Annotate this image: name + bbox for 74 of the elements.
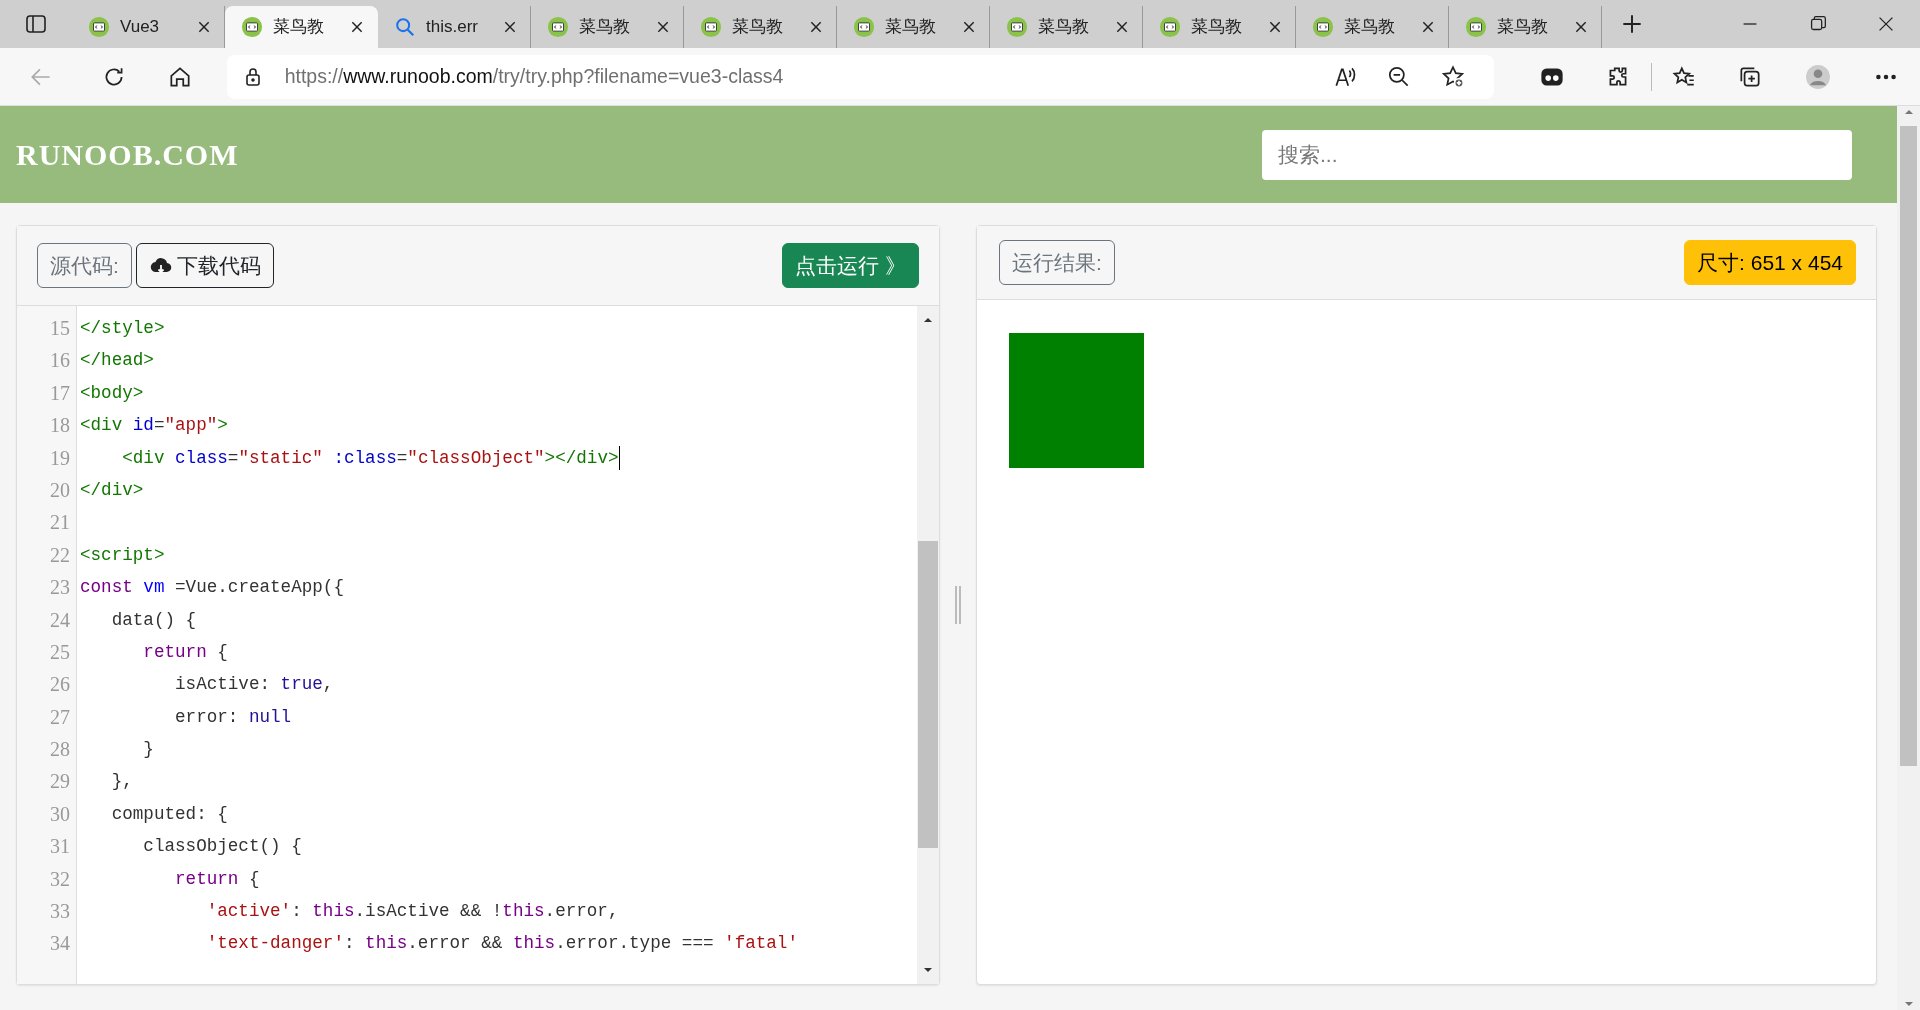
source-code-button[interactable]: 源代码: [37,242,132,289]
line-number: 31 [49,834,71,860]
code-line: 'text-danger': this.error && this.error.type === 'fatal' [205,932,799,956]
line-number: 27 [49,704,71,730]
line-number: 23 [49,575,71,601]
line-number: 34 [49,931,71,957]
line-number: 30 [49,801,71,827]
line-number: 20 [49,477,71,503]
search-icon [394,16,416,38]
code-line: data() { [110,608,198,632]
line-number: 16 [49,348,71,374]
close-icon[interactable] [1267,19,1283,35]
code-line: 'active': this.isActive && !this.error, [205,900,620,924]
search-field[interactable]: 搜索... [1262,129,1852,180]
close-icon[interactable] [808,19,824,35]
close-icon[interactable] [1114,19,1130,35]
result-button[interactable]: 运行结果: [999,239,1115,286]
site-favicon-icon [1006,16,1028,38]
code-line: isActive: true, [174,673,335,697]
line-number: 25 [49,639,71,665]
line-number: 21 [49,510,71,536]
run-button[interactable]: 点击运行 》 [782,242,919,289]
close-icon[interactable] [1420,19,1436,35]
line-number: 29 [49,769,71,795]
site-favicon-icon [88,16,110,38]
site-favicon-icon [1465,16,1487,38]
code-line: computed: { [110,802,229,826]
line-number: 28 [49,737,71,763]
line-number: 19 [49,445,71,471]
line-number: 15 [49,316,71,341]
line-number: 26 [49,672,71,698]
line-number: 32 [49,866,71,892]
code-line: classObject() { [142,835,303,859]
site-favicon-icon [241,16,263,38]
site-favicon-icon [547,16,569,38]
line-number: 18 [49,413,71,439]
size-button[interactable]: 尺寸: 651 x 454 [1684,239,1856,286]
code-line: return { [174,867,261,891]
editor-scrollbar[interactable] [917,306,939,984]
close-icon[interactable] [1573,19,1589,35]
line-number: 24 [49,607,71,633]
code-line: <script> [80,543,166,567]
download-button[interactable]: 下载代码 [135,242,274,289]
code-line: </style> [80,317,166,340]
tab-actions-icon[interactable] [24,12,48,36]
close-icon[interactable] [655,19,671,35]
profile-avatar-icon[interactable] [1804,63,1831,90]
code-line: </div> [80,478,145,502]
site-favicon-icon [1159,16,1181,38]
code-line: } [142,738,155,762]
site-favicon-icon [853,16,875,38]
code-line: <div class="static" :class="classObject"></div> [121,444,621,472]
code-line: <div id="app"> [80,414,229,438]
line-number: 17 [49,380,71,406]
page-scrollbar[interactable] [1897,106,1920,1010]
code-line: const vm =Vue.createApp({ [80,576,345,600]
scrollbar-thumb[interactable] [918,541,938,848]
site-favicon-icon [1312,16,1334,38]
scrollbar-thumb[interactable] [1900,126,1917,766]
line-number: 33 [49,899,71,925]
code-line: <body> [80,381,145,405]
code-line: }, [110,770,134,794]
close-icon[interactable] [196,19,212,35]
site-favicon-icon [700,16,722,38]
star-plus-icon[interactable] [1439,63,1466,90]
browser-tab[interactable]: 菜鸟教 [225,6,378,48]
resize-grip-icon[interactable] [954,584,962,626]
close-icon[interactable] [502,19,518,35]
close-icon[interactable] [961,19,977,35]
line-number: 22 [49,542,71,568]
close-icon[interactable] [349,19,365,35]
code-line: </head> [80,349,155,373]
code-line: error: null [174,705,293,729]
code-line: return { [142,640,229,664]
